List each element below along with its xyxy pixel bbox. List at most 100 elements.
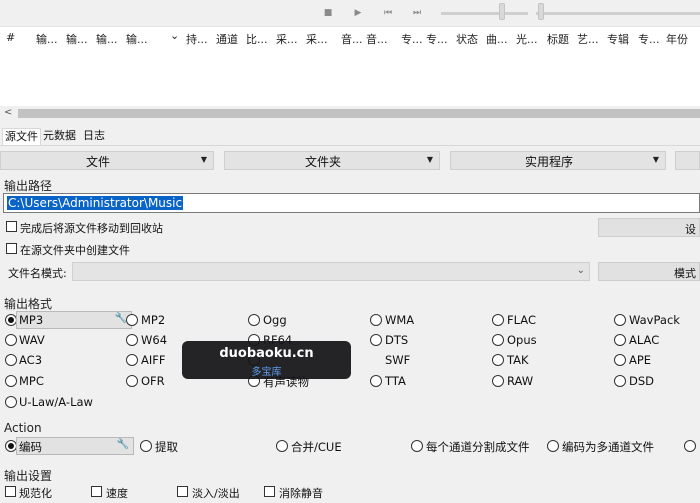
tab-source-files[interactable]: 源文件 [2,128,41,145]
action-radio-split-channels[interactable] [411,440,423,452]
column-header[interactable]: 光... [516,31,538,47]
format-radio-raw[interactable] [492,375,504,387]
format-radio-alac[interactable] [614,334,626,346]
tab-metadata[interactable]: 元数据 [43,128,76,145]
format-label-mp2: MP2 [141,313,166,327]
column-header[interactable]: 输... [126,31,148,47]
column-header[interactable]: 音... [341,31,363,47]
scroll-left-icon[interactable]: < [4,107,12,118]
column-header[interactable]: 输... [36,31,58,47]
column-header[interactable]: 专... [638,31,660,47]
format-radio-wma[interactable] [370,314,382,326]
action-radio-extract[interactable] [140,440,152,452]
play-icon[interactable]: ▶ [350,6,366,20]
normalize-label: 规范化 [19,487,52,500]
file-menu-label: 文件 [85,155,110,169]
stop-icon[interactable]: ■ [320,6,336,20]
format-label-dsd: DSD [629,374,655,388]
format-label-mpc: MPC [19,374,44,388]
format-label-wav: WAV [19,333,45,347]
action-radio-more[interactable] [684,440,696,452]
format-radio-mpc[interactable] [5,375,17,387]
format-radio-wavpack[interactable] [614,314,626,326]
chevron-down-icon: ⌄ [576,265,585,276]
column-header[interactable]: # [6,31,15,44]
format-radio-ogg[interactable] [248,314,260,326]
column-header[interactable]: 比... [246,31,268,47]
column-header[interactable]: 输... [66,31,88,47]
utilities-menu-label: 实用程序 [524,155,573,169]
column-header[interactable]: 曲... [486,31,508,47]
format-radio-wav[interactable] [5,334,17,346]
folder-menu-button[interactable]: 文件夹 ▼ [224,151,440,170]
format-radio-opus[interactable] [492,334,504,346]
create-in-source-label: 在源文件夹中创建文件 [20,244,130,257]
seek-slider[interactable] [441,12,528,15]
format-label-flac: FLAC [507,313,536,327]
format-radio-ulaw[interactable] [5,396,17,408]
column-header[interactable]: 通道 [216,31,238,47]
format-radio-tta[interactable] [370,375,382,387]
format-label-ac3: AC3 [19,353,43,367]
format-radio-ofr[interactable] [126,375,138,387]
pattern-button[interactable]: 模式 [598,262,700,281]
column-header[interactable]: 专... [426,31,448,47]
column-header[interactable]: 状态 [456,31,478,47]
format-radio-ac3[interactable] [5,354,17,366]
column-header[interactable]: 艺... [577,31,599,47]
action-radio-merge-cue[interactable] [276,440,288,452]
format-radio-dsd[interactable] [614,375,626,387]
format-label-ogg: Ogg [263,313,287,327]
column-header[interactable]: 年份 [666,31,688,47]
utilities-menu-button[interactable]: 实用程序 ▼ [450,151,666,170]
filename-pattern-select[interactable]: ⌄ [72,262,590,281]
format-label-ape: APE [629,353,652,367]
format-radio-aiff[interactable] [126,354,138,366]
watermark-overlay: duobaoku.cn 多宝库 [182,341,351,379]
format-label-mp3: MP3 [19,313,44,327]
speed-checkbox[interactable] [91,486,102,497]
seek-slider-thumb[interactable] [499,3,505,20]
wrench-icon[interactable]: 🔧 [117,439,129,450]
next-icon[interactable]: ⏭ [409,6,425,20]
create-in-source-checkbox[interactable] [6,243,17,254]
remove-silence-checkbox[interactable] [264,486,275,497]
format-radio-flac[interactable] [492,314,504,326]
column-header[interactable]: 专... [401,31,423,47]
format-radio-ape[interactable] [614,354,626,366]
column-header[interactable]: 音... [366,31,388,47]
column-header[interactable]: 持... [186,31,208,47]
scrollbar-thumb[interactable] [18,109,700,118]
settings-button-label: 设 [685,223,696,236]
format-radio-w64[interactable] [126,334,138,346]
action-title: Action [4,421,42,435]
action-radio-multichannel[interactable] [547,440,559,452]
watermark-text: duobaoku.cn [219,346,314,361]
format-label-tak: TAK [507,353,529,367]
settings-button[interactable]: 设 [598,218,700,237]
column-header[interactable]: 采... [306,31,328,47]
normalize-checkbox[interactable] [5,486,16,497]
action-label-multichannel: 编码为多通道文件 [562,440,654,454]
format-label-ofr: OFR [141,374,165,388]
volume-slider-thumb[interactable] [538,3,544,20]
format-radio-tak[interactable] [492,354,504,366]
format-label-wavpack: WavPack [629,313,680,327]
extra-toolbar-button[interactable] [675,151,700,170]
file-menu-button[interactable]: 文件 ▼ [0,151,214,170]
previous-icon[interactable]: ⏮ [380,6,396,20]
format-radio-mp2[interactable] [126,314,138,326]
tab-log[interactable]: 日志 [83,128,105,145]
column-header[interactable]: 采... [276,31,298,47]
column-header[interactable]: 专辑 [607,31,629,47]
player-bar: ■ ▶ ⏮ ⏭ [0,0,700,27]
caret-down-icon: ▼ [652,155,659,164]
output-path-input[interactable]: C:\Users\Administrator\Music [3,193,700,213]
move-to-recycle-checkbox[interactable] [6,221,17,232]
column-header[interactable]: 标题 [547,31,569,47]
horizontal-scrollbar[interactable]: < [0,106,700,121]
fade-checkbox[interactable] [177,486,188,497]
column-header[interactable]: 输... [96,31,118,47]
volume-slider[interactable] [536,12,700,15]
format-radio-dts[interactable] [370,334,382,346]
